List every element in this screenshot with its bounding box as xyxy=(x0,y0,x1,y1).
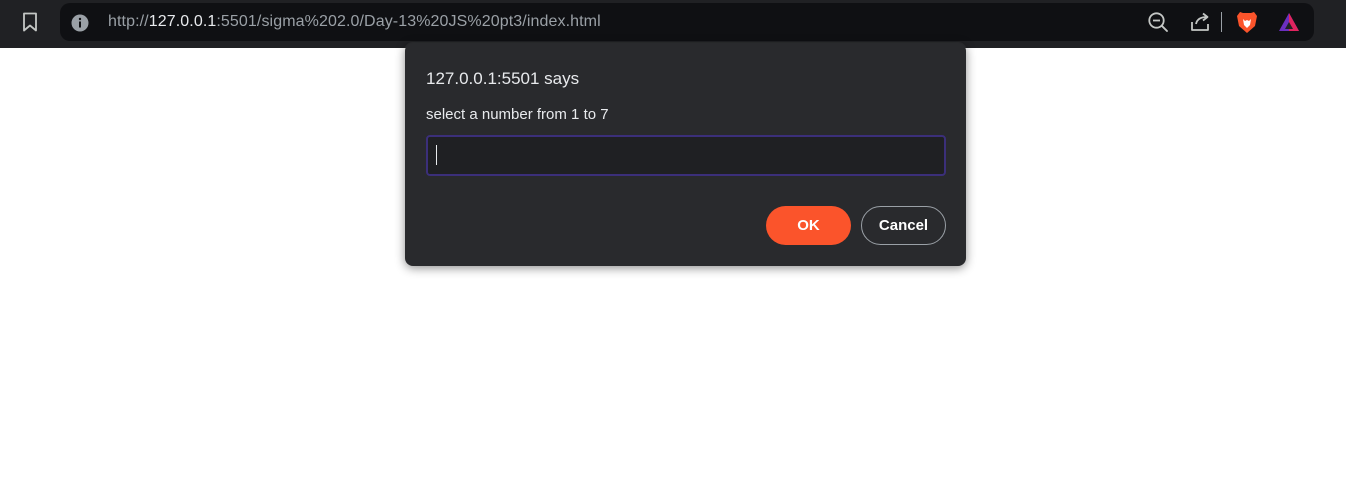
bookmark-icon[interactable] xyxy=(14,8,46,36)
ok-button[interactable]: OK xyxy=(766,206,851,245)
omnibox-actions xyxy=(1143,3,1314,41)
prompt-input[interactable] xyxy=(426,135,946,176)
url-host: 127.0.0.1 xyxy=(148,13,217,30)
zoom-out-icon[interactable] xyxy=(1143,7,1173,37)
url-path: :5501/sigma%202.0/Day-13%20JS%20pt3/inde… xyxy=(216,13,601,30)
dialog-message: select a number from 1 to 7 xyxy=(426,106,609,123)
prompt-dialog: 127.0.0.1:5501 says select a number from… xyxy=(405,43,966,266)
rewards-triangle-icon[interactable] xyxy=(1274,7,1304,37)
share-icon[interactable] xyxy=(1185,7,1215,37)
cancel-button[interactable]: Cancel xyxy=(861,206,946,245)
toolbar-divider xyxy=(1221,12,1222,32)
url-scheme: http:// xyxy=(108,13,149,30)
dialog-title: 127.0.0.1:5501 says xyxy=(426,69,580,88)
info-icon[interactable] xyxy=(70,13,90,33)
address-bar[interactable]: http://127.0.0.1:5501/sigma%202.0/Day-13… xyxy=(60,3,1314,41)
brave-lion-icon[interactable] xyxy=(1232,7,1262,37)
browser-toolbar: http://127.0.0.1:5501/sigma%202.0/Day-13… xyxy=(0,0,1346,48)
text-caret xyxy=(436,145,437,165)
url-text[interactable]: http://127.0.0.1:5501/sigma%202.0/Day-13… xyxy=(108,12,601,32)
